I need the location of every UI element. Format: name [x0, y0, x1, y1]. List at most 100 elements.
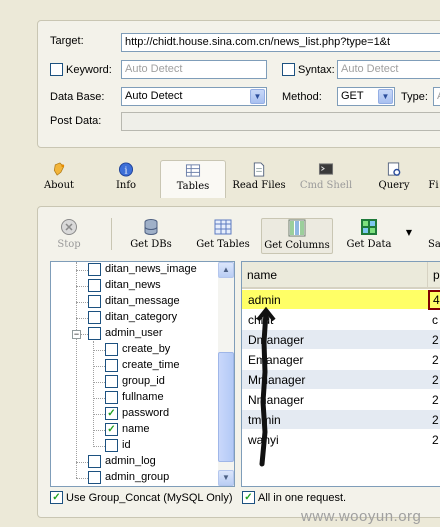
stop-label: Stop	[57, 239, 81, 250]
tree-node-column[interactable]: group_id	[105, 375, 165, 391]
svg-text:i: i	[125, 165, 128, 176]
tree-node-table[interactable]: admin_group	[88, 471, 169, 486]
column-header-password[interactable]: p	[428, 262, 440, 289]
tree-node-column[interactable]: fullname	[105, 391, 164, 407]
columns-icon	[288, 219, 306, 237]
toolbar-divider	[111, 218, 112, 250]
chevron-down-icon[interactable]: ▼	[250, 89, 265, 104]
type-label: Type:	[401, 91, 428, 103]
tab-find[interactable]: Fi	[427, 160, 440, 198]
tree-node-column[interactable]: id	[105, 439, 131, 455]
database-select-value: Auto Detect	[125, 90, 183, 102]
tree-checkbox[interactable]	[88, 263, 101, 276]
tree-scrollbar[interactable]: ▲ ▼	[218, 262, 234, 486]
schema-tree[interactable]: − ditan_news_image ditan_news ditan_mess…	[50, 261, 235, 487]
tree-checkbox[interactable]	[105, 359, 118, 372]
postdata-label: Post Data:	[50, 115, 102, 127]
tree-node-table[interactable]: ditan_category	[88, 311, 177, 327]
tree-checkbox[interactable]	[105, 343, 118, 356]
database-label: Data Base:	[50, 91, 105, 103]
method-select[interactable]: GET ▼	[337, 87, 395, 106]
syntax-label: Syntax:	[298, 64, 335, 76]
tree-node-table[interactable]: admin_user	[88, 327, 162, 343]
get-dbs-button[interactable]: Get DBs	[127, 218, 175, 254]
get-data-label: Get Data	[346, 239, 392, 250]
console-icon	[318, 163, 334, 175]
info-icon: i	[118, 162, 134, 177]
get-data-dropdown[interactable]: ▼	[404, 218, 414, 254]
tree-guide	[76, 262, 77, 478]
file-icon	[253, 162, 265, 177]
type-select[interactable]: A	[433, 87, 440, 106]
tree-node-column[interactable]: ✓ name	[105, 423, 150, 439]
database-select[interactable]: Auto Detect ▼	[121, 87, 267, 106]
collapse-icon[interactable]: −	[72, 330, 81, 339]
scroll-down-icon[interactable]: ▼	[218, 470, 234, 486]
syntax-input[interactable]: Auto Detect	[337, 60, 440, 79]
tree-node-table[interactable]: admin_log	[88, 455, 156, 471]
redaction-scribble	[256, 306, 276, 467]
tree-node-table[interactable]: ditan_news	[88, 279, 161, 295]
all-in-one-label: All in one request.	[258, 492, 347, 504]
syntax-checkbox[interactable]	[282, 63, 295, 76]
database-icon	[144, 219, 158, 235]
get-dbs-label: Get DBs	[130, 239, 172, 250]
tab-label: Cmd Shell	[299, 180, 353, 191]
get-tables-label: Get Tables	[196, 239, 250, 250]
tab-label: Query	[378, 180, 410, 191]
bell-icon	[53, 162, 65, 176]
group-concat-checkbox[interactable]: ✓	[50, 491, 63, 504]
all-in-one-checkbox[interactable]: ✓	[242, 491, 255, 504]
tables-icon	[185, 164, 201, 177]
tree-checkbox[interactable]	[88, 295, 101, 308]
tab-label: Fi	[428, 180, 439, 191]
tree-node-column[interactable]: ✓ password	[105, 407, 169, 423]
tree-checkbox[interactable]	[88, 311, 101, 324]
get-columns-label: Get Columns	[264, 240, 330, 251]
method-label: Method:	[282, 91, 322, 103]
results-grid[interactable]: name p admin 4 chidt c Dmanager 2 Emanag…	[241, 261, 440, 487]
column-header-name[interactable]: name	[242, 262, 428, 289]
tab-about[interactable]: About	[38, 160, 80, 198]
tab-query[interactable]: Query	[376, 160, 412, 198]
tree-checkbox[interactable]	[105, 391, 118, 404]
target-input[interactable]: http://chidt.house.sina.com.cn/news_list…	[121, 33, 440, 52]
tree-node-column[interactable]: create_by	[105, 343, 170, 359]
group-concat-label: Use Group_Concat (MySQL Only)	[66, 492, 233, 504]
tab-cmd-shell[interactable]: Cmd Shell	[298, 160, 354, 198]
get-tables-button[interactable]: Get Tables	[190, 218, 256, 254]
tab-tables[interactable]: Tables	[160, 160, 226, 198]
tree-checkbox[interactable]	[105, 439, 118, 452]
tree-checkbox-checked[interactable]: ✓	[105, 407, 118, 420]
get-data-button[interactable]: Get Data	[342, 218, 396, 254]
tree-checkbox-checked[interactable]: ✓	[105, 423, 118, 436]
tree-checkbox[interactable]	[88, 471, 101, 484]
keyword-input[interactable]: Auto Detect	[121, 60, 267, 79]
tree-node-table[interactable]: ditan_news_image	[88, 263, 197, 279]
target-label: Target:	[50, 35, 84, 47]
watermark: www.wooyun.org	[301, 508, 422, 525]
tree-node-table[interactable]: ditan_message	[88, 295, 180, 311]
tree-checkbox[interactable]	[88, 279, 101, 292]
save-label: Sa	[428, 239, 440, 250]
tree-checkbox[interactable]	[88, 327, 101, 340]
chevron-down-icon[interactable]: ▼	[378, 89, 393, 104]
tree-checkbox[interactable]	[105, 375, 118, 388]
save-button[interactable]: Sa	[428, 218, 440, 254]
data-icon	[361, 219, 377, 235]
method-select-value: GET	[341, 90, 364, 102]
tab-info[interactable]: i Info	[108, 160, 144, 198]
get-columns-button[interactable]: Get Columns	[261, 218, 333, 254]
scroll-up-icon[interactable]: ▲	[218, 262, 234, 278]
keyword-checkbox[interactable]	[50, 63, 63, 76]
tab-label: Info	[115, 180, 137, 191]
stop-button[interactable]: Stop	[52, 218, 86, 254]
tab-label: Read Files	[232, 180, 286, 191]
tab-read-files[interactable]: Read Files	[229, 160, 289, 198]
chevron-down-icon: ▼	[405, 228, 413, 237]
postdata-input[interactable]	[121, 112, 440, 131]
tab-label: About	[43, 180, 75, 191]
scroll-thumb[interactable]	[218, 352, 234, 462]
tree-node-column[interactable]: create_time	[105, 359, 179, 375]
tree-checkbox[interactable]	[88, 455, 101, 468]
